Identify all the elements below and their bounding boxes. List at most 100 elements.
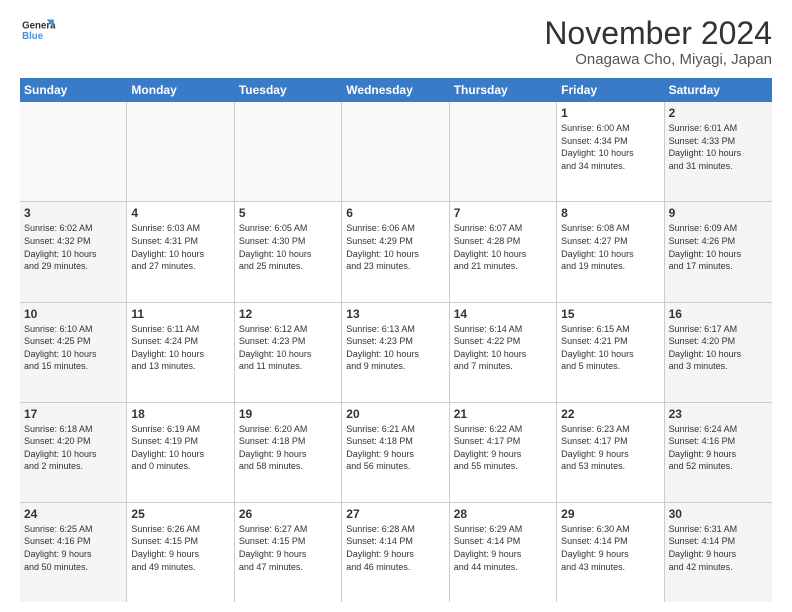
day-number-1: 1	[561, 106, 659, 120]
empty-cell-w0-d3	[342, 102, 449, 201]
week-row-1: 1 Sunrise: 6:00 AM Sunset: 4:34 PM Daylig…	[20, 102, 772, 202]
header: General Blue November 2024 Onagawa Cho, …	[20, 16, 772, 68]
day-info-21: Sunrise: 6:22 AM Sunset: 4:17 PM Dayligh…	[454, 423, 552, 473]
logo-icon: General Blue	[20, 16, 56, 46]
day-number-21: 21	[454, 407, 552, 421]
day-cell-8: 8 Sunrise: 6:08 AM Sunset: 4:27 PM Daylig…	[557, 202, 664, 301]
week-row-5: 24 Sunrise: 6:25 AM Sunset: 4:16 PM Dayli…	[20, 503, 772, 602]
day-cell-21: 21 Sunrise: 6:22 AM Sunset: 4:17 PM Dayli…	[450, 403, 557, 502]
day-number-15: 15	[561, 307, 659, 321]
day-info-1: Sunrise: 6:00 AM Sunset: 4:34 PM Dayligh…	[561, 122, 659, 172]
day-cell-6: 6 Sunrise: 6:06 AM Sunset: 4:29 PM Daylig…	[342, 202, 449, 301]
day-number-30: 30	[669, 507, 768, 521]
day-info-29: Sunrise: 6:30 AM Sunset: 4:14 PM Dayligh…	[561, 523, 659, 573]
day-cell-28: 28 Sunrise: 6:29 AM Sunset: 4:14 PM Dayli…	[450, 503, 557, 602]
day-cell-26: 26 Sunrise: 6:27 AM Sunset: 4:15 PM Dayli…	[235, 503, 342, 602]
day-info-23: Sunrise: 6:24 AM Sunset: 4:16 PM Dayligh…	[669, 423, 768, 473]
day-info-6: Sunrise: 6:06 AM Sunset: 4:29 PM Dayligh…	[346, 222, 444, 272]
header-wednesday: Wednesday	[342, 78, 449, 102]
day-cell-7: 7Sunrise: 6:07 AM Sunset: 4:28 PM Daylig…	[450, 202, 557, 301]
day-number-8: 8	[561, 206, 659, 220]
day-info-12: Sunrise: 6:12 AM Sunset: 4:23 PM Dayligh…	[239, 323, 337, 373]
day-info-13: Sunrise: 6:13 AM Sunset: 4:23 PM Dayligh…	[346, 323, 444, 373]
day-cell-24: 24 Sunrise: 6:25 AM Sunset: 4:16 PM Dayli…	[20, 503, 127, 602]
day-number-20: 20	[346, 407, 444, 421]
day-cell-3: 3Sunrise: 6:02 AM Sunset: 4:32 PM Daylig…	[20, 202, 127, 301]
title-block: November 2024 Onagawa Cho, Miyagi, Japan	[544, 16, 772, 68]
day-cell-18: 18Sunrise: 6:19 AM Sunset: 4:19 PM Dayli…	[127, 403, 234, 502]
week-row-4: 17 Sunrise: 6:18 AM Sunset: 4:20 PM Dayli…	[20, 403, 772, 503]
day-info-2: Sunrise: 6:01 AM Sunset: 4:33 PM Dayligh…	[669, 122, 768, 172]
day-cell-13: 13 Sunrise: 6:13 AM Sunset: 4:23 PM Dayli…	[342, 303, 449, 402]
day-info-22: Sunrise: 6:23 AM Sunset: 4:17 PM Dayligh…	[561, 423, 659, 473]
day-info-18: Sunrise: 6:19 AM Sunset: 4:19 PM Dayligh…	[131, 423, 229, 473]
day-number-17: 17	[24, 407, 122, 421]
day-cell-23: 23 Sunrise: 6:24 AM Sunset: 4:16 PM Dayli…	[665, 403, 772, 502]
day-cell-29: 29 Sunrise: 6:30 AM Sunset: 4:14 PM Dayli…	[557, 503, 664, 602]
day-info-30: Sunrise: 6:31 AM Sunset: 4:14 PM Dayligh…	[669, 523, 768, 573]
day-info-25: Sunrise: 6:26 AM Sunset: 4:15 PM Dayligh…	[131, 523, 229, 573]
day-cell-10: 10Sunrise: 6:10 AM Sunset: 4:25 PM Dayli…	[20, 303, 127, 402]
month-title: November 2024	[544, 16, 772, 51]
day-info-10: Sunrise: 6:10 AM Sunset: 4:25 PM Dayligh…	[24, 323, 122, 373]
day-cell-12: 12 Sunrise: 6:12 AM Sunset: 4:23 PM Dayli…	[235, 303, 342, 402]
day-info-24: Sunrise: 6:25 AM Sunset: 4:16 PM Dayligh…	[24, 523, 122, 573]
page: General Blue November 2024 Onagawa Cho, …	[0, 0, 792, 612]
day-info-17: Sunrise: 6:18 AM Sunset: 4:20 PM Dayligh…	[24, 423, 122, 473]
day-number-12: 12	[239, 307, 337, 321]
day-info-20: Sunrise: 6:21 AM Sunset: 4:18 PM Dayligh…	[346, 423, 444, 473]
day-cell-19: 19 Sunrise: 6:20 AM Sunset: 4:18 PM Dayli…	[235, 403, 342, 502]
day-info-9: Sunrise: 6:09 AM Sunset: 4:26 PM Dayligh…	[669, 222, 768, 272]
day-cell-15: 15 Sunrise: 6:15 AM Sunset: 4:21 PM Dayli…	[557, 303, 664, 402]
day-info-15: Sunrise: 6:15 AM Sunset: 4:21 PM Dayligh…	[561, 323, 659, 373]
day-info-16: Sunrise: 6:17 AM Sunset: 4:20 PM Dayligh…	[669, 323, 768, 373]
calendar-body: 1 Sunrise: 6:00 AM Sunset: 4:34 PM Daylig…	[20, 102, 772, 602]
day-info-4: Sunrise: 6:03 AM Sunset: 4:31 PM Dayligh…	[131, 222, 229, 272]
day-number-28: 28	[454, 507, 552, 521]
day-cell-4: 4 Sunrise: 6:03 AM Sunset: 4:31 PM Daylig…	[127, 202, 234, 301]
day-number-11: 11	[131, 307, 229, 321]
day-info-28: Sunrise: 6:29 AM Sunset: 4:14 PM Dayligh…	[454, 523, 552, 573]
svg-text:Blue: Blue	[22, 31, 44, 42]
day-number-19: 19	[239, 407, 337, 421]
day-info-5: Sunrise: 6:05 AM Sunset: 4:30 PM Dayligh…	[239, 222, 337, 272]
day-number-24: 24	[24, 507, 122, 521]
header-monday: Monday	[127, 78, 234, 102]
header-tuesday: Tuesday	[235, 78, 342, 102]
day-cell-16: 16 Sunrise: 6:17 AM Sunset: 4:20 PM Dayli…	[665, 303, 772, 402]
day-cell-11: 11Sunrise: 6:11 AM Sunset: 4:24 PM Dayli…	[127, 303, 234, 402]
day-number-13: 13	[346, 307, 444, 321]
empty-cell-w0-d1	[127, 102, 234, 201]
header-thursday: Thursday	[450, 78, 557, 102]
week-row-2: 3Sunrise: 6:02 AM Sunset: 4:32 PM Daylig…	[20, 202, 772, 302]
day-info-3: Sunrise: 6:02 AM Sunset: 4:32 PM Dayligh…	[24, 222, 122, 272]
week-row-3: 10Sunrise: 6:10 AM Sunset: 4:25 PM Dayli…	[20, 303, 772, 403]
empty-cell-w0-d4	[450, 102, 557, 201]
header-sunday: Sunday	[20, 78, 127, 102]
day-number-9: 9	[669, 206, 768, 220]
day-number-4: 4	[131, 206, 229, 220]
calendar-header: Sunday Monday Tuesday Wednesday Thursday…	[20, 78, 772, 102]
day-info-19: Sunrise: 6:20 AM Sunset: 4:18 PM Dayligh…	[239, 423, 337, 473]
day-number-16: 16	[669, 307, 768, 321]
day-cell-17: 17 Sunrise: 6:18 AM Sunset: 4:20 PM Dayli…	[20, 403, 127, 502]
day-number-22: 22	[561, 407, 659, 421]
logo: General Blue	[20, 16, 56, 46]
day-cell-25: 25Sunrise: 6:26 AM Sunset: 4:15 PM Dayli…	[127, 503, 234, 602]
day-number-27: 27	[346, 507, 444, 521]
day-number-2: 2	[669, 106, 768, 120]
day-cell-14: 14Sunrise: 6:14 AM Sunset: 4:22 PM Dayli…	[450, 303, 557, 402]
day-cell-9: 9 Sunrise: 6:09 AM Sunset: 4:26 PM Daylig…	[665, 202, 772, 301]
day-info-8: Sunrise: 6:08 AM Sunset: 4:27 PM Dayligh…	[561, 222, 659, 272]
day-cell-27: 27Sunrise: 6:28 AM Sunset: 4:14 PM Dayli…	[342, 503, 449, 602]
day-cell-20: 20 Sunrise: 6:21 AM Sunset: 4:18 PM Dayli…	[342, 403, 449, 502]
day-number-26: 26	[239, 507, 337, 521]
day-number-29: 29	[561, 507, 659, 521]
empty-cell-w0-d0	[20, 102, 127, 201]
day-info-26: Sunrise: 6:27 AM Sunset: 4:15 PM Dayligh…	[239, 523, 337, 573]
location: Onagawa Cho, Miyagi, Japan	[544, 51, 772, 68]
day-cell-1: 1 Sunrise: 6:00 AM Sunset: 4:34 PM Daylig…	[557, 102, 664, 201]
day-number-23: 23	[669, 407, 768, 421]
day-number-6: 6	[346, 206, 444, 220]
day-cell-5: 5Sunrise: 6:05 AM Sunset: 4:30 PM Daylig…	[235, 202, 342, 301]
